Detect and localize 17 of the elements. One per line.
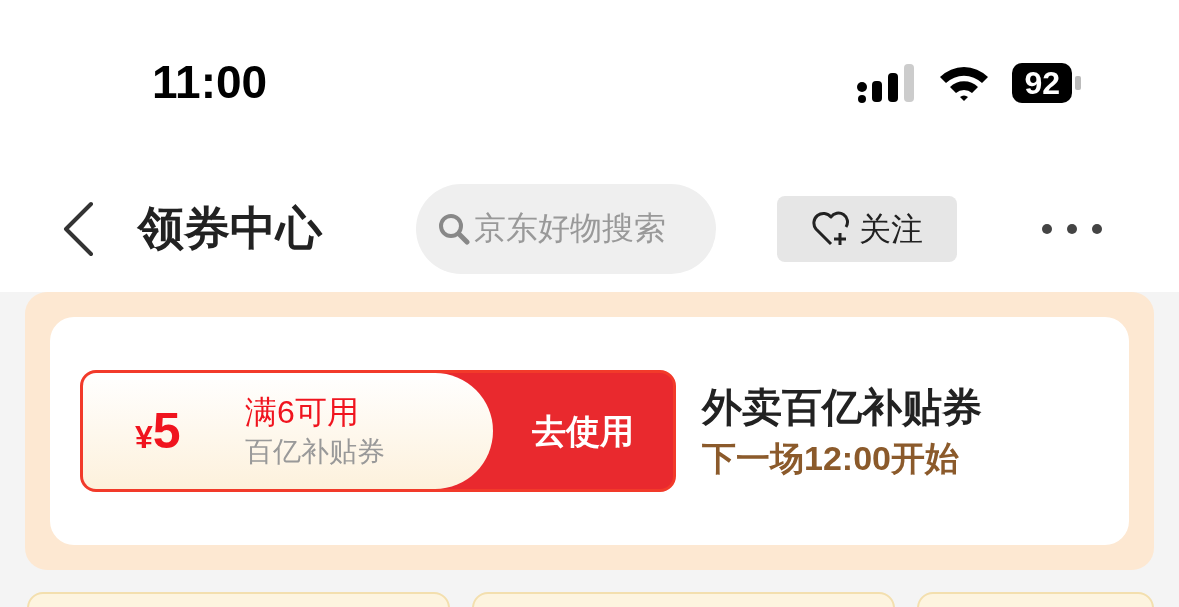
coupon-title: 外卖百亿补贴券 bbox=[702, 384, 982, 431]
coupon-schedule: 下一场12:00开始 bbox=[702, 438, 960, 479]
coupon-amount: ¥5 bbox=[135, 401, 182, 461]
battery-level: 92 bbox=[1012, 62, 1072, 103]
page-title: 领券中心 bbox=[138, 201, 322, 256]
search-icon bbox=[438, 212, 470, 245]
follow-button[interactable]: 关注 bbox=[777, 195, 957, 262]
battery-tip-icon bbox=[1075, 75, 1081, 90]
signal-icon bbox=[856, 62, 917, 103]
more-icon[interactable] bbox=[1041, 221, 1103, 236]
back-icon[interactable] bbox=[62, 200, 94, 257]
status-time: 11:00 bbox=[152, 55, 268, 110]
coupon-type: 百亿补贴券 bbox=[245, 435, 385, 469]
coupon-condition: 满6可用 bbox=[245, 393, 360, 432]
use-coupon-button[interactable]: 去使用 bbox=[493, 373, 673, 489]
heart-plus-icon bbox=[811, 210, 851, 247]
search-field[interactable]: 京东好物搜索 bbox=[416, 183, 716, 274]
